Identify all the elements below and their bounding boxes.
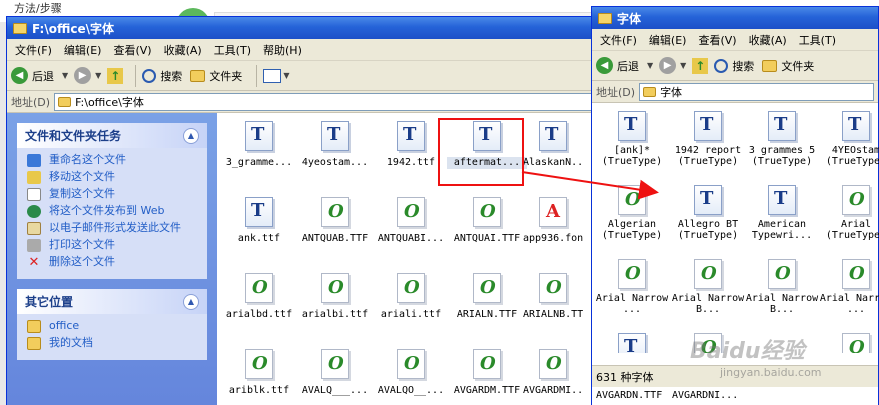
watermark-logo: Baidu经验 [690, 339, 805, 364]
watermark-url: jingyan.baidu.com [720, 366, 822, 379]
